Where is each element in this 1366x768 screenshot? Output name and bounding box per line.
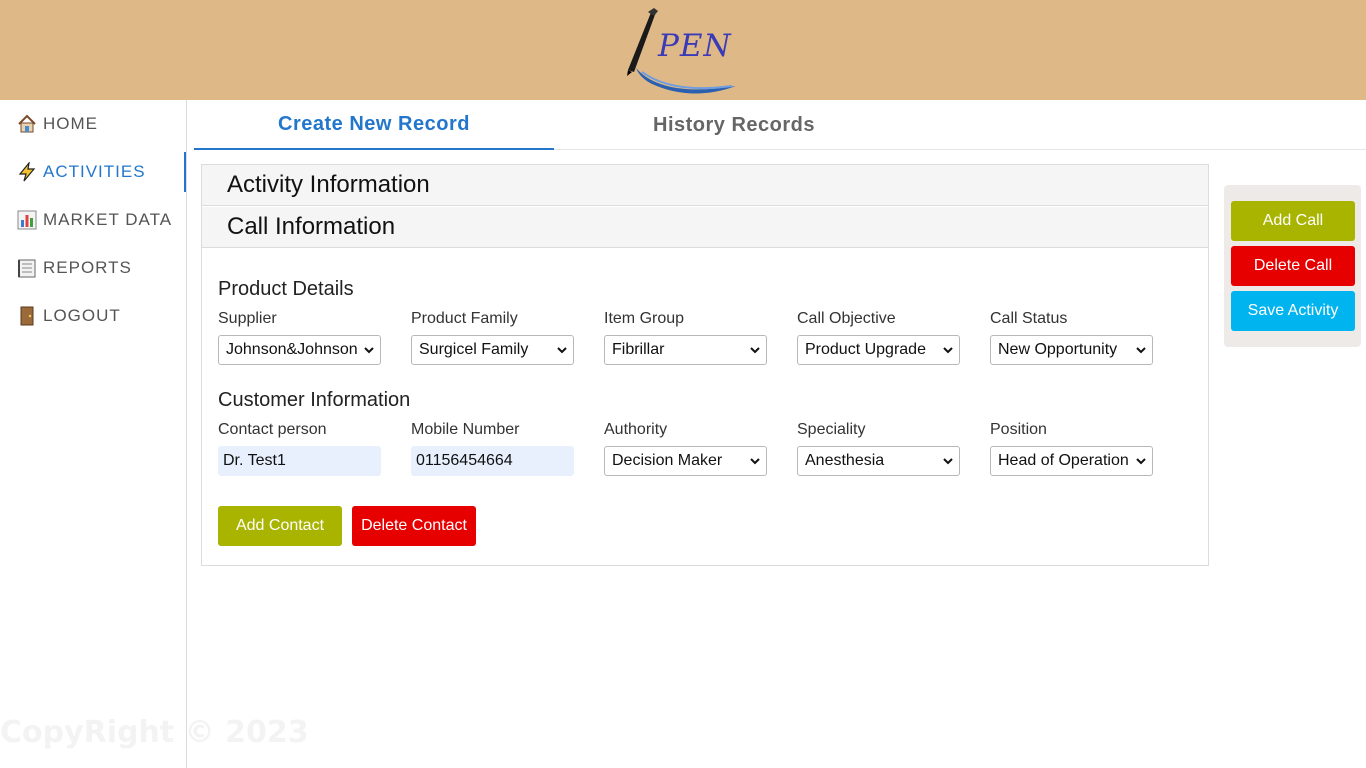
supplier-select[interactable]: Johnson&Johnson — [218, 335, 381, 365]
chevron-down-icon — [943, 458, 953, 465]
chevron-down-icon — [943, 347, 953, 354]
activity-information-header[interactable]: Activity Information — [202, 165, 1208, 206]
supplier-label: Supplier — [218, 310, 277, 327]
product-details-title: Product Details — [218, 278, 354, 300]
sidebar-item-reports[interactable]: REPORTS — [0, 248, 186, 288]
call-objective-label: Call Objective — [797, 310, 896, 327]
delete-contact-button[interactable]: Delete Contact — [352, 506, 476, 546]
supplier-value: Johnson&Johnson — [226, 341, 358, 358]
contact-person-input[interactable]: Dr. Test1 — [218, 446, 381, 476]
chevron-down-icon — [557, 347, 567, 354]
sidebar-item-activities[interactable]: ACTIVITIES — [0, 152, 186, 192]
speciality-value: Anesthesia — [805, 452, 885, 469]
call-actions-panel: Add Call Delete Call Save Activity — [1224, 185, 1361, 347]
lightning-icon — [17, 162, 37, 182]
authority-select[interactable]: Decision Maker — [604, 446, 767, 476]
position-select[interactable]: Head of Operation — [990, 446, 1153, 476]
sidebar-item-label: LOGOUT — [43, 306, 121, 325]
tab-create-new-record[interactable]: Create New Record — [194, 100, 554, 150]
save-activity-button[interactable]: Save Activity — [1231, 291, 1355, 331]
authority-label: Authority — [604, 421, 668, 438]
house-icon — [17, 114, 37, 134]
chevron-down-icon — [1136, 347, 1146, 354]
sidebar-item-logout[interactable]: LOGOUT — [0, 296, 186, 336]
door-icon — [17, 306, 37, 326]
call-status-value: New Opportunity — [998, 341, 1118, 358]
contact-person-label: Contact person — [218, 421, 327, 438]
mobile-number-label: Mobile Number — [411, 421, 520, 438]
chevron-down-icon — [750, 347, 760, 354]
sidebar-item-home[interactable]: HOME — [0, 104, 186, 144]
call-objective-value: Product Upgrade — [805, 341, 926, 358]
authority-value: Decision Maker — [612, 452, 723, 469]
item-group-select[interactable]: Fibrillar — [604, 335, 767, 365]
logo-text: PEN — [658, 28, 732, 64]
pen-logo[interactable]: PEN — [622, 6, 742, 98]
sidebar-item-label: REPORTS — [43, 258, 132, 277]
add-contact-button[interactable]: Add Contact — [218, 506, 342, 546]
bar-chart-icon — [17, 210, 37, 230]
speciality-label: Speciality — [797, 421, 866, 438]
notebook-icon — [17, 258, 37, 278]
call-status-label: Call Status — [990, 310, 1068, 327]
chevron-down-icon — [364, 347, 374, 354]
position-label: Position — [990, 421, 1047, 438]
app-header: PEN — [0, 0, 1366, 100]
sidebar-item-label: ACTIVITIES — [43, 162, 146, 181]
call-information-header[interactable]: Call Information — [202, 207, 1208, 248]
item-group-value: Fibrillar — [612, 341, 665, 358]
record-form-panel: Activity Information Call Information Pr… — [201, 164, 1209, 566]
chevron-down-icon — [1136, 458, 1146, 465]
customer-information-title: Customer Information — [218, 389, 411, 411]
add-call-button[interactable]: Add Call — [1231, 201, 1355, 241]
sidebar: HOME ACTIVITIES MARKET DATA REPORTS LOGO… — [0, 100, 309, 768]
sidebar-item-label: HOME — [43, 114, 98, 133]
tab-history-records[interactable]: History Records — [554, 100, 914, 150]
product-family-label: Product Family — [411, 310, 518, 327]
product-family-value: Surgicel Family — [419, 341, 529, 358]
record-tabs: Create New Record History Records — [194, 100, 1366, 150]
speciality-select[interactable]: Anesthesia — [797, 446, 960, 476]
mobile-number-input[interactable]: 01156454664 — [411, 446, 574, 476]
delete-call-button[interactable]: Delete Call — [1231, 246, 1355, 286]
item-group-label: Item Group — [604, 310, 685, 327]
position-value: Head of Operation — [998, 452, 1129, 469]
call-status-select[interactable]: New Opportunity — [990, 335, 1153, 365]
product-family-select[interactable]: Surgicel Family — [411, 335, 574, 365]
call-objective-select[interactable]: Product Upgrade — [797, 335, 960, 365]
chevron-down-icon — [750, 458, 760, 465]
copyright-text: CopyRight © 2023 — [0, 715, 309, 750]
sidebar-item-label: MARKET DATA — [43, 210, 173, 229]
sidebar-item-market-data[interactable]: MARKET DATA — [0, 200, 186, 240]
